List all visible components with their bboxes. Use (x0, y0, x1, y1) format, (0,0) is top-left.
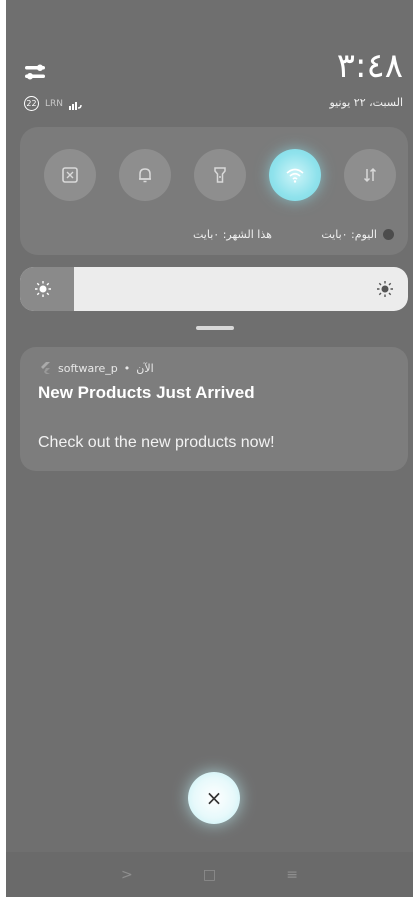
notification-header: software_p • الآن (38, 361, 154, 375)
screenshot-tile[interactable] (44, 149, 96, 201)
notification-card[interactable]: software_p • الآن New Products Just Arri… (20, 347, 408, 471)
quick-settings-panel: اليوم: ٠بايت هذا الشهر: ٠بايت (20, 127, 408, 255)
notification-count-badge: 22 (24, 96, 39, 111)
date: السبت، ٢٢ يونيو (329, 96, 403, 109)
sound-tile[interactable] (119, 149, 171, 201)
notification-body: Check out the new products now! (38, 434, 275, 451)
notification-title: New Products Just Arrived (38, 383, 255, 402)
flutter-app-icon (41, 362, 50, 374)
sun-low-icon (35, 281, 51, 297)
navigation-bar: > □ ≡ (6, 852, 413, 897)
data-usage-icon (383, 229, 394, 240)
home-button[interactable]: □ (203, 867, 216, 883)
sun-high-icon (377, 281, 393, 297)
notification-app-name: software_p (58, 361, 118, 375)
cast-icon (69, 101, 82, 110)
clear-notifications-button[interactable]: × (188, 772, 240, 824)
settings-toggle-icon[interactable] (24, 62, 46, 82)
back-button[interactable]: > (121, 867, 133, 883)
usage-month-label: هذا الشهر: ٠بايت (193, 228, 272, 241)
notification-shade: ٣:٤٨ السبت، ٢٢ يونيو 22 LRN اليوم: ٠بايت… (6, 0, 413, 897)
menu-button[interactable]: ≡ (286, 867, 298, 883)
mobile-data-tile[interactable] (344, 149, 396, 201)
mobile-data-icon (363, 167, 377, 183)
close-icon: × (205, 786, 223, 810)
notification-time: الآن (136, 361, 154, 375)
flashlight-tile[interactable] (194, 149, 246, 201)
clock[interactable]: ٣:٤٨ (337, 46, 403, 86)
flashlight-icon (214, 167, 226, 183)
wifi-icon (286, 168, 304, 183)
bell-icon (139, 168, 151, 183)
brightness-slider[interactable] (20, 267, 408, 311)
usage-today-label: اليوم: ٠بايت (321, 228, 377, 241)
usage-today: اليوم: ٠بايت (321, 228, 394, 241)
screenshot-icon (62, 167, 78, 183)
wifi-tile[interactable] (269, 149, 321, 201)
drag-handle[interactable] (196, 326, 234, 330)
signal-text: LRN (45, 98, 63, 109)
notification-separator: • (123, 361, 131, 375)
status-icons: 22 LRN (24, 96, 83, 111)
